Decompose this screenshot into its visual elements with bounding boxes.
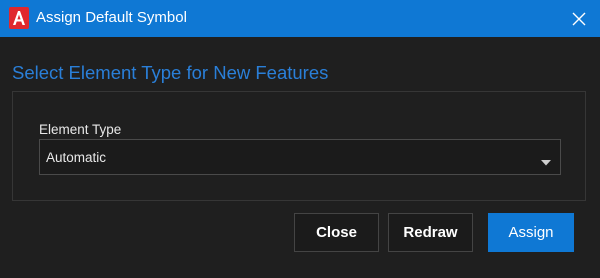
dialog-window: Assign Default Symbol Select Element Typ… xyxy=(0,0,600,278)
title-bar[interactable]: Assign Default Symbol xyxy=(0,0,600,37)
section-heading: Select Element Type for New Features xyxy=(12,62,329,83)
close-icon[interactable] xyxy=(566,6,592,32)
chevron-down-icon xyxy=(540,154,552,166)
window-title: Assign Default Symbol xyxy=(36,9,187,26)
element-type-label: Element Type xyxy=(39,122,122,137)
element-type-value: Automatic xyxy=(46,150,107,165)
element-type-select[interactable]: Automatic xyxy=(39,139,561,175)
close-button[interactable]: Close xyxy=(294,213,379,252)
autocad-a-icon xyxy=(9,7,29,29)
element-type-group: Element Type Automatic xyxy=(12,91,586,201)
redraw-button[interactable]: Redraw xyxy=(388,213,473,252)
assign-button[interactable]: Assign xyxy=(488,213,574,252)
dialog-body: Select Element Type for New Features Ele… xyxy=(0,37,600,278)
